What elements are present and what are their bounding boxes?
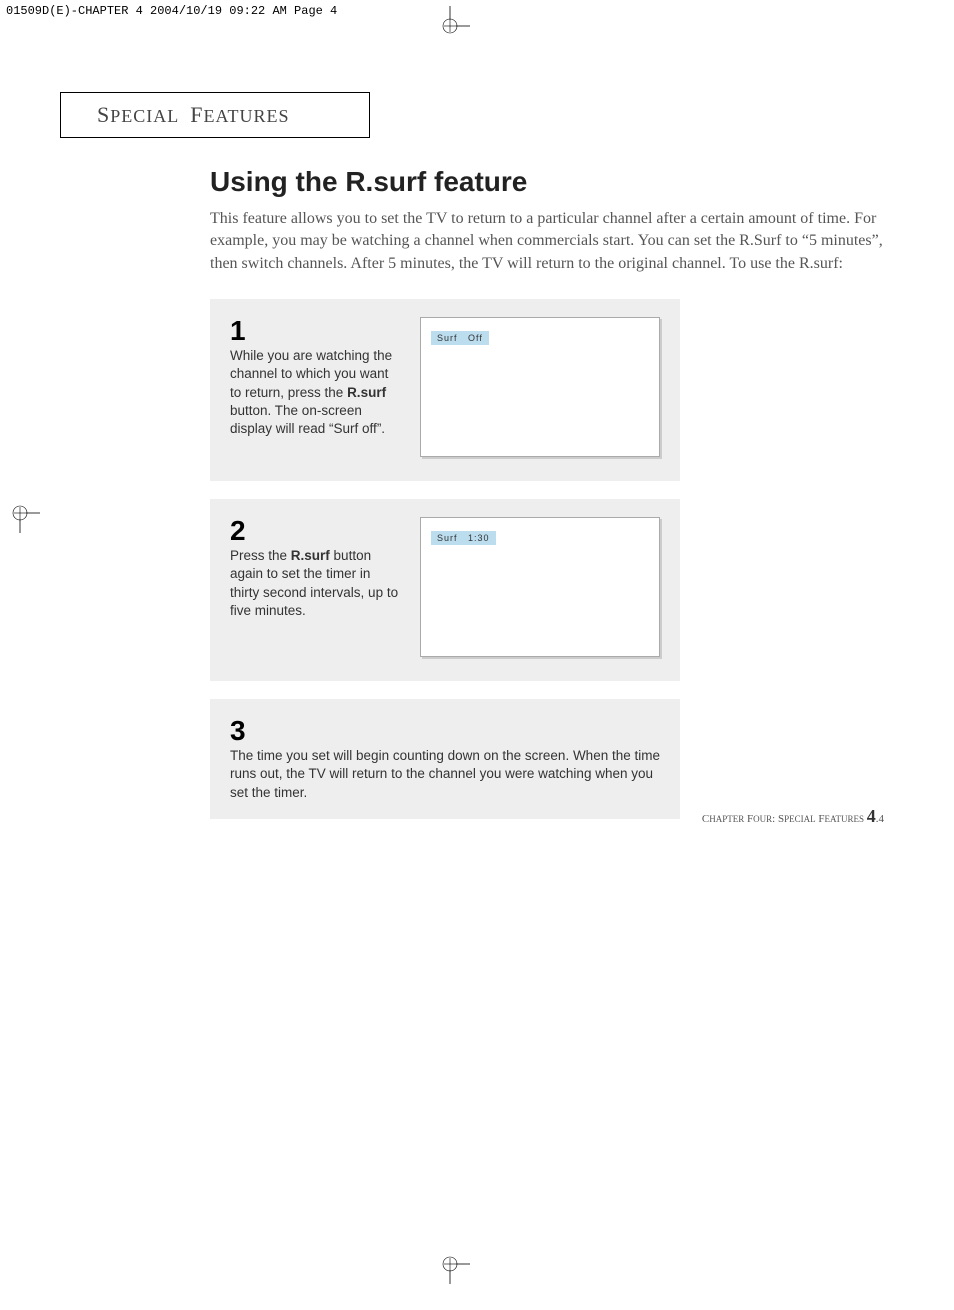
intro-paragraph: This feature allows you to set the TV to… [210, 208, 900, 275]
step-body: The time you set will begin counting dow… [230, 747, 660, 802]
step-number: 2 [230, 517, 400, 545]
tv-screen-mock: Surf 1:30 [420, 517, 660, 657]
step-number: 1 [230, 317, 400, 345]
step-1: 1 While you are watching the channel to … [210, 299, 680, 481]
section-header-text: SPECIAL FEATURES [97, 102, 290, 128]
step-3: 3 The time you set will begin counting d… [210, 699, 680, 819]
preprint-header: 01509D(E)-CHAPTER 4 2004/10/19 09:22 AM … [0, 0, 954, 22]
section-header-box: SPECIAL FEATURES [60, 92, 370, 138]
step-body: Press the R.surf button again to set the… [230, 547, 400, 620]
page-footer: CHAPTER FOUR: SPECIAL FEATURES 4.4 [702, 806, 884, 827]
step-2: 2 Press the R.surf button again to set t… [210, 499, 680, 681]
step-number: 3 [230, 717, 660, 745]
surf-indicator: Surf 1:30 [431, 531, 496, 545]
step-body: While you are watching the channel to wh… [230, 347, 400, 438]
surf-indicator: Surf Off [431, 331, 489, 345]
page-title: Using the R.surf feature [210, 166, 900, 198]
tv-screen-mock: Surf Off [420, 317, 660, 457]
